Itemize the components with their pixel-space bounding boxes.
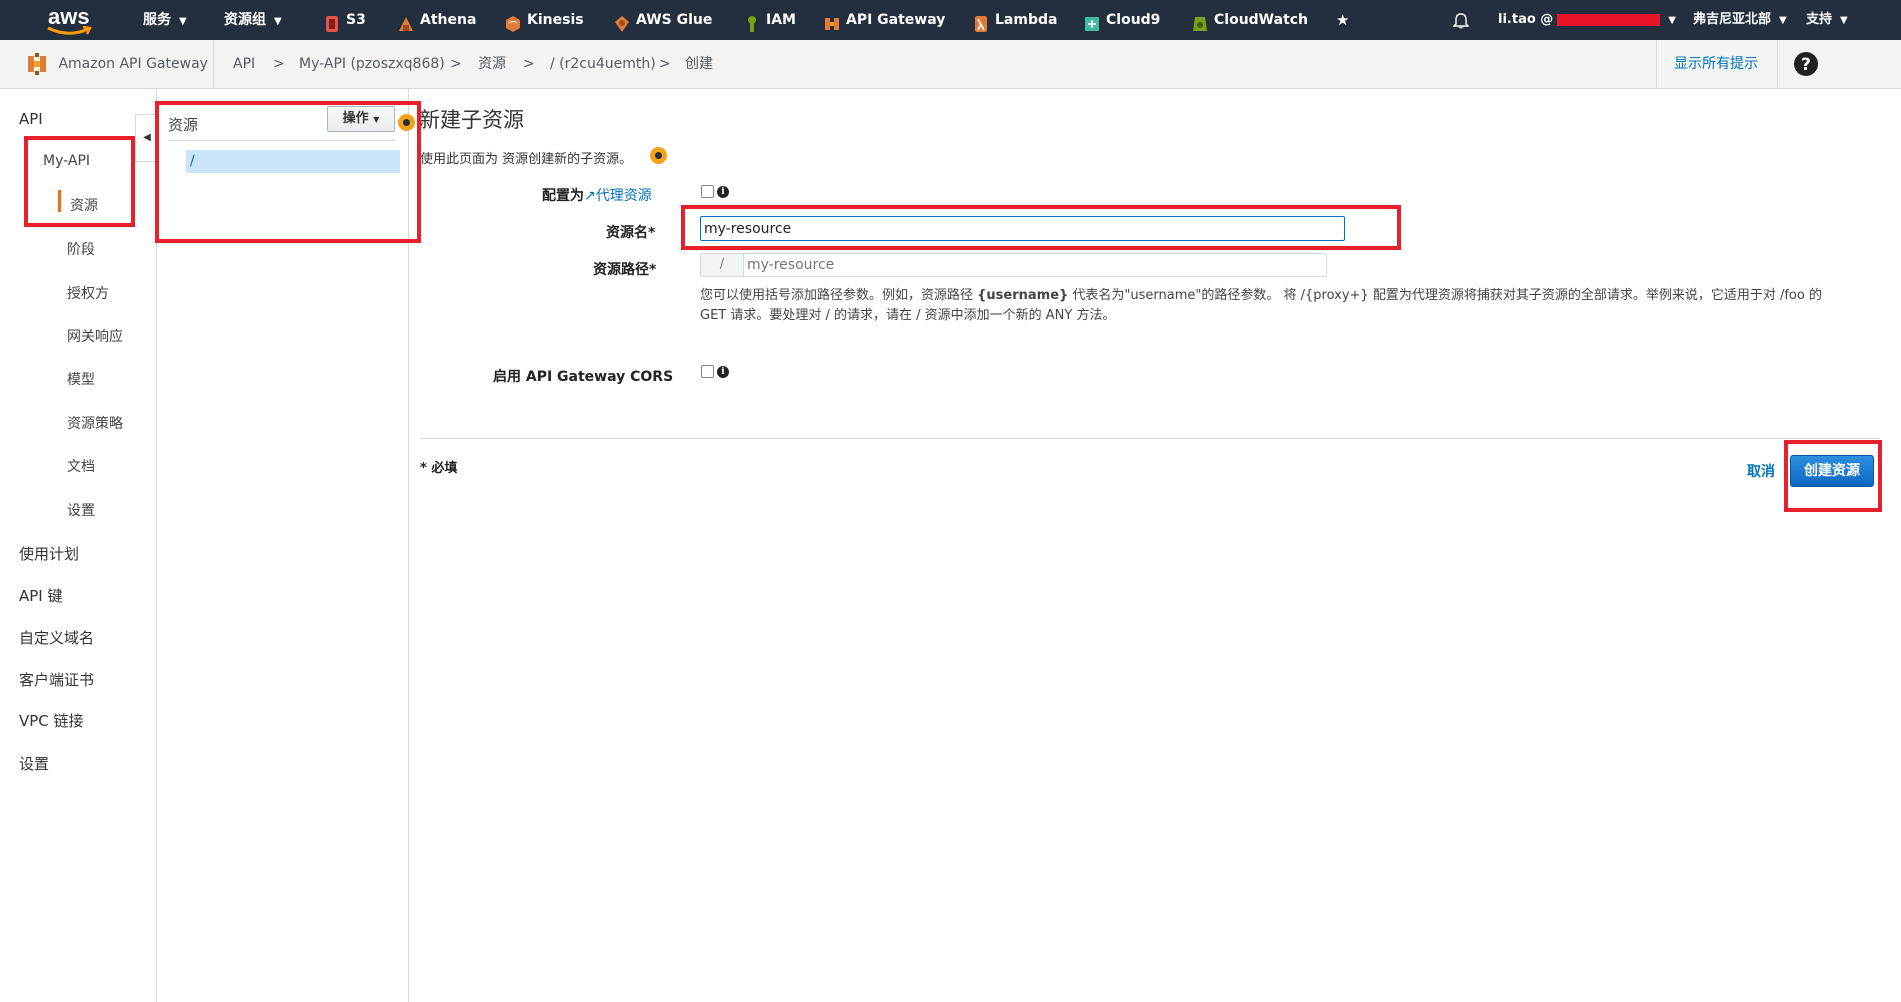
region-menu[interactable]: 弗吉尼亚北部 ▼ [1693,0,1787,40]
account-menu[interactable]: li.tao @ ▼ [1498,0,1676,40]
proxy-resource-label: 配置为↗代理资源 [542,188,652,204]
required-note: * 必填 [420,461,458,476]
bell-icon[interactable] [1452,0,1470,40]
nav-resource-policy[interactable]: 资源策略 [67,413,123,433]
help-icon[interactable]: ? [1793,40,1819,88]
divider [1656,40,1657,88]
breadcrumb-resources[interactable]: 资源 [478,40,506,88]
pin-icon[interactable]: ★ [1336,0,1349,40]
nav-documentation[interactable]: 文档 [67,456,95,476]
highlight-box-resource-name [681,205,1401,250]
resource-name-label: 资源名* [606,225,656,241]
divider [213,40,214,88]
breadcrumb-separator: > [273,56,285,72]
shortcut-iam[interactable]: IAM [744,0,796,40]
info-icon[interactable]: i [717,186,729,198]
shortcut-aws-glue[interactable]: AWS Glue [614,0,712,40]
api-gateway-home[interactable]: Amazon API Gateway [26,40,208,88]
cloud9-icon [1084,9,1100,31]
breadcrumb-root-resource[interactable]: / (r2cu4uemth) [550,40,656,88]
nav-client-certificates[interactable]: 客户端证书 [19,669,94,690]
api-gateway-logo-icon [28,53,46,75]
shortcut-athena[interactable]: Athena [398,0,476,40]
nav-settings[interactable]: 设置 [19,753,49,774]
divider [1777,40,1778,88]
cors-checkbox[interactable] [701,365,714,378]
path-help-line-2: GET 请求。要处理对 / 的请求，请在 / 资源中添加一个新的 ANY 方法。 [700,308,1116,323]
iam-icon [744,9,760,32]
page-title: 新建子资源 [419,108,524,132]
highlight-box-api-nav [24,136,135,227]
nav-stages[interactable]: 阶段 [67,239,95,259]
shortcut-api-gateway[interactable]: API Gateway [824,0,945,40]
breadcrumb-create: 创建 [685,56,713,72]
svg-text:?: ? [1801,55,1811,75]
shortcut-cloudwatch[interactable]: CloudWatch [1192,0,1308,40]
highlight-box-resource-tree [155,101,421,243]
lambda-icon [973,9,989,32]
nav-custom-domains[interactable]: 自定义域名 [19,627,94,648]
athena-icon [398,9,414,31]
nav-vpc-links[interactable]: VPC 链接 [19,710,84,731]
breadcrumb-my-api[interactable]: My-API (pzoszxq868) [299,40,445,88]
page-description: 使用此页面为 资源创建新的子资源。 [420,152,633,167]
redacted-account-bar [1557,13,1661,26]
nav-api-settings[interactable]: 设置 [67,500,95,520]
aws-smile-icon [47,26,92,35]
cancel-button[interactable]: 取消 [1747,461,1775,481]
support-menu[interactable]: 支持 ▼ [1806,0,1848,40]
breadcrumb-bar: Amazon API Gateway API > My-API (pzoszxq… [0,40,1901,89]
resource-path-field: / [700,253,1327,277]
show-all-tips-link[interactable]: 显示所有提示 [1674,40,1758,88]
nav-api-keys[interactable]: API 键 [19,585,63,606]
chevron-down-icon: ▼ [179,16,187,27]
chevron-down-icon: ▼ [274,16,282,27]
api-gateway-icon [824,9,840,30]
breadcrumb-separator: > [523,56,535,72]
s3-icon [324,9,340,32]
proxy-resource-checkbox[interactable] [701,185,714,198]
path-prefix: / [701,254,744,276]
nav-gateway-responses[interactable]: 网关响应 [67,326,123,346]
chevron-down-icon: ▼ [1840,15,1848,26]
aws-logo[interactable]: aws [46,4,98,36]
resource-path-label: 资源路径* [593,262,657,278]
cloudwatch-icon [1192,9,1208,31]
cors-label: 启用 API Gateway CORS [493,369,674,385]
highlight-box-create-button [1784,440,1882,512]
info-tip-icon[interactable] [650,147,667,164]
glue-icon [614,9,630,32]
path-help-line-1: 您可以使用括号添加路径参数。例如，资源路径 {username} 代表名为"us… [700,288,1822,303]
breadcrumb-separator: > [450,56,462,72]
info-icon[interactable]: i [717,366,729,378]
resource-path-input[interactable] [745,254,1324,276]
external-link-icon: ↗ [584,188,596,204]
chevron-down-icon: ▼ [1668,15,1676,26]
resource-groups-menu[interactable]: 资源组 ▼ [224,0,282,40]
nav-usage-plans[interactable]: 使用计划 [19,543,79,564]
shortcut-s3[interactable]: S3 [324,0,366,40]
nav-models[interactable]: 模型 [67,369,95,389]
kinesis-icon [505,9,521,32]
breadcrumb-separator: > [659,56,671,72]
breadcrumb-api[interactable]: API [233,40,255,88]
nav-api[interactable]: API [19,110,43,128]
services-menu[interactable]: 服务 ▼ [143,0,187,40]
divider [420,438,1880,439]
shortcut-lambda[interactable]: Lambda [973,0,1057,40]
top-navigation-bar: aws 服务 ▼ 资源组 ▼ S3 Athena Kinesis AWS Glue … [0,0,1901,40]
nav-authorizers[interactable]: 授权方 [67,283,109,303]
shortcut-kinesis[interactable]: Kinesis [505,0,584,40]
chevron-down-icon: ▼ [1779,15,1787,26]
shortcut-cloud9[interactable]: Cloud9 [1084,0,1160,40]
proxy-resource-link[interactable]: 代理资源 [596,188,652,204]
